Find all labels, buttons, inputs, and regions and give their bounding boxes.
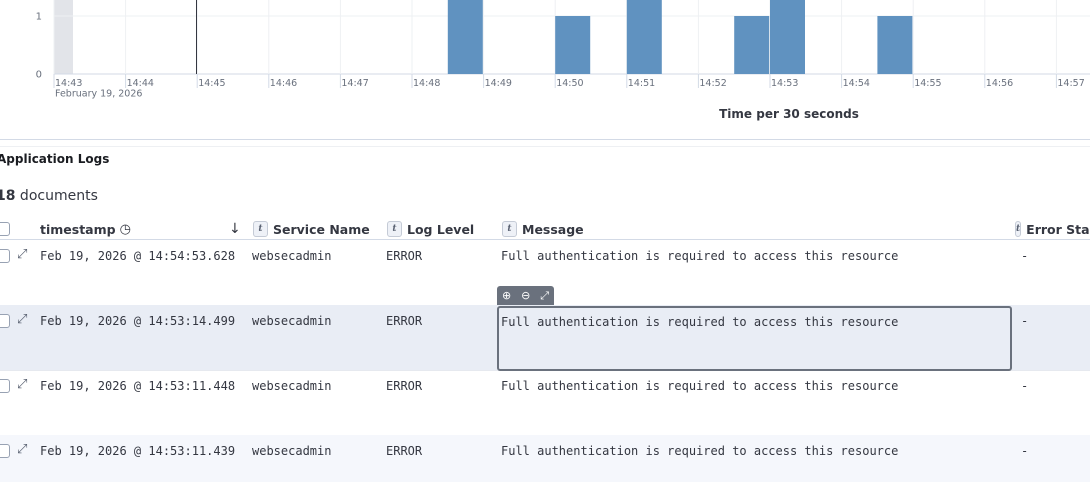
- x-tick-label: 14:51: [628, 78, 655, 89]
- clock-icon: ◷: [119, 221, 131, 237]
- cell-error-stack[interactable]: -: [1021, 314, 1028, 328]
- row-select-checkbox[interactable]: [0, 314, 10, 328]
- sort-descending-icon[interactable]: ↓: [229, 219, 241, 239]
- x-tick-label: 14:53: [771, 78, 798, 89]
- cell-timestamp[interactable]: Feb 19, 2026 @ 14:53:11.439: [40, 444, 235, 458]
- histogram-bar: [447, 0, 483, 74]
- chart-divider: [0, 139, 1090, 140]
- x-tick-label: 14:49: [485, 78, 512, 89]
- column-header-timestamp[interactable]: timestamp ◷: [40, 219, 131, 239]
- cell-timestamp[interactable]: Feb 19, 2026 @ 14:53:14.499: [40, 314, 235, 328]
- column-header-service-name[interactable]: t Service Name: [253, 219, 370, 239]
- x-tick-label: 14:52: [699, 78, 726, 89]
- chart-divider-secondary: [0, 146, 1090, 147]
- cell-error-stack[interactable]: -: [1021, 444, 1028, 458]
- text-type-icon: t: [253, 221, 268, 237]
- row-select-checkbox[interactable]: [0, 444, 10, 458]
- expand-icon[interactable]: ⤢: [17, 442, 27, 457]
- x-tick-label: 14:43: [55, 78, 82, 89]
- cell-log-level[interactable]: ERROR: [386, 379, 422, 393]
- y-tick-label: 1: [36, 12, 42, 23]
- column-header-log-level-label: Log Level: [407, 221, 475, 237]
- text-type-icon: t: [502, 221, 517, 237]
- panel-title: Application Logs: [0, 152, 110, 166]
- histogram-bar: [770, 0, 805, 74]
- x-tick-label: 14:54: [843, 78, 870, 89]
- expand-icon[interactable]: ⤢: [17, 312, 27, 327]
- document-count-suffix: documents: [15, 188, 98, 204]
- x-tick-label: 14:47: [341, 78, 368, 89]
- cell-service-name[interactable]: websecadmin: [252, 249, 331, 263]
- out-of-range-shade: [54, 0, 73, 74]
- expand-icon[interactable]: ⤢: [17, 377, 27, 392]
- document-count: 18 documents: [0, 188, 98, 204]
- cell-service-name[interactable]: websecadmin: [252, 444, 331, 458]
- filter-out-value-icon[interactable]: ⊖: [521, 289, 530, 302]
- cell-error-stack[interactable]: -: [1021, 249, 1028, 263]
- table-row[interactable]: ⤢ Feb 19, 2026 @ 14:53:11.448 websecadmi…: [0, 370, 1090, 436]
- x-tick-label: 14:48: [413, 78, 440, 89]
- cell-message[interactable]: Full authentication is required to acces…: [501, 444, 898, 458]
- filter-for-value-icon[interactable]: ⊕: [502, 289, 511, 302]
- column-header-timestamp-label: timestamp: [40, 221, 116, 237]
- histogram-bar: [734, 16, 770, 74]
- row-select-checkbox[interactable]: [0, 379, 10, 393]
- column-header-message-label: Message: [522, 221, 584, 237]
- column-header-error-stack-label: Error Stac: [1026, 221, 1090, 237]
- x-tick-label: 14:46: [270, 78, 297, 89]
- cell-log-level[interactable]: ERROR: [386, 444, 422, 458]
- column-header-error-stack[interactable]: t Error Stac: [1015, 219, 1090, 239]
- cell-log-level[interactable]: ERROR: [386, 314, 422, 328]
- expand-icon[interactable]: ⤢: [17, 247, 27, 262]
- histogram-bars: [447, 0, 913, 74]
- table-row[interactable]: ⤢ Feb 19, 2026 @ 14:53:11.439 websecadmi…: [0, 435, 1090, 482]
- x-tick-label: 14:45: [198, 78, 225, 89]
- histogram-axis-title: Time per 30 seconds: [719, 107, 859, 121]
- x-tick-label: 14:50: [556, 78, 583, 89]
- y-tick-label: 0: [36, 70, 42, 81]
- cell-error-stack[interactable]: -: [1021, 379, 1028, 393]
- text-type-icon: t: [1015, 221, 1022, 237]
- x-tick-label: 14:44: [127, 78, 154, 89]
- x-tick-label: 14:56: [986, 78, 1013, 89]
- x-axis-date-label: February 19, 2026: [55, 89, 142, 100]
- select-all-checkbox[interactable]: [0, 222, 10, 236]
- row-select-checkbox[interactable]: [0, 249, 10, 263]
- histogram-bar: [626, 0, 662, 74]
- column-header-log-level[interactable]: t Log Level: [387, 219, 474, 239]
- cell-message[interactable]: Full authentication is required to acces…: [501, 379, 898, 393]
- text-type-icon: t: [387, 221, 402, 237]
- histogram-bar: [555, 16, 591, 74]
- histogram-bar: [877, 16, 913, 74]
- cell-timestamp[interactable]: Feb 19, 2026 @ 14:53:11.448: [40, 379, 235, 393]
- cell-actions-toolbar: ⊕ ⊖ ⤢: [497, 286, 554, 305]
- focused-cell-message[interactable]: Full authentication is required to acces…: [497, 306, 1012, 371]
- cell-message[interactable]: Full authentication is required to acces…: [501, 249, 898, 263]
- cell-service-name[interactable]: websecadmin: [252, 314, 331, 328]
- cell-message[interactable]: Full authentication is required to acces…: [501, 315, 898, 329]
- cell-timestamp[interactable]: Feb 19, 2026 @ 14:54:53.628: [40, 249, 235, 263]
- cell-log-level[interactable]: ERROR: [386, 249, 422, 263]
- histogram-chart: 1 0 14:43 14:44 14:45 14:46 14:47 14:48 14:49 14:…: [36, 0, 1090, 100]
- x-tick-label: 14:57: [1057, 78, 1084, 89]
- document-count-number: 18: [0, 188, 16, 204]
- x-tick-label: 14:55: [914, 78, 941, 89]
- expand-cell-icon[interactable]: ⤢: [540, 289, 549, 303]
- cell-service-name[interactable]: websecadmin: [252, 379, 331, 393]
- column-header-service-name-label: Service Name: [273, 221, 370, 237]
- column-header-message[interactable]: t Message: [502, 219, 584, 239]
